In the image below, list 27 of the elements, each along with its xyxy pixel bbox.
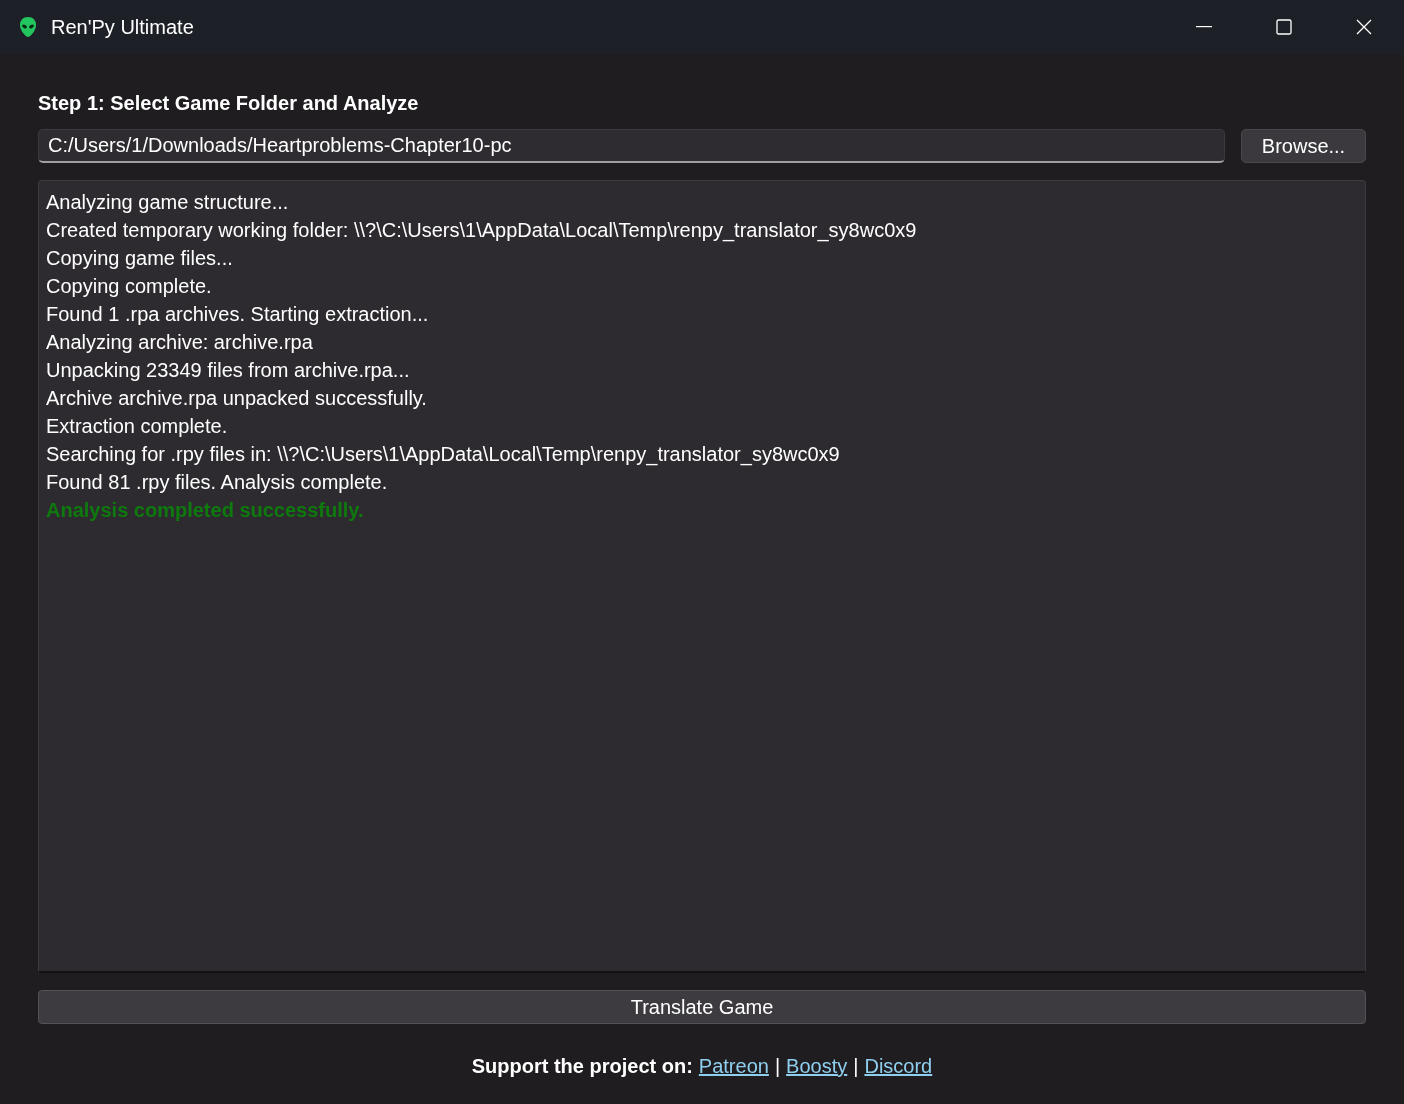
log-line: Copying complete. [46, 274, 212, 299]
log-line: Searching for .rpy files in: \\?\C:\Users\1\AppData\Local\Temp\renpy_translator_sy8wc0x9 [46, 442, 840, 468]
log-line: Found 81 .rpy files. Analysis complete. [46, 470, 388, 495]
browse-button[interactable]: Browse... [1241, 129, 1366, 163]
log-line: Archive archive.rpa unpacked successfully. [46, 386, 427, 411]
support-link[interactable]: Discord [864, 1051, 933, 1081]
translate-game-button[interactable]: Translate Game [38, 990, 1366, 1024]
window-title: Ren'Py Ultimate [51, 15, 194, 40]
log-line: Created temporary working folder: \\?\C:\Users\1\AppData\Local\Temp\renpy_translator_sy8wc0x9 [46, 218, 917, 244]
log-line: Unpacking 23349 files from archive.rpa... [46, 358, 410, 383]
folder-path-field[interactable]: C:/Users/1/Downloads/Heartproblems-Chapter10-pc [38, 129, 1225, 163]
log-line: Found 1 .rpa archives. Starting extraction... [46, 302, 429, 327]
log-line: Copying game files... [46, 246, 233, 271]
support-link[interactable]: Patreon [698, 1051, 769, 1081]
minimize-icon [1196, 26, 1212, 28]
alien-head-icon [19, 16, 37, 38]
support-label: Support the project on: [471, 1054, 693, 1079]
support-link[interactable]: Boosty [786, 1051, 848, 1081]
link-separator: | [774, 1054, 781, 1079]
step-heading: Step 1: Select Game Folder and Analyze [38, 91, 420, 116]
log-line: Extraction complete. [46, 414, 228, 439]
log-line: Analyzing game structure... [46, 190, 289, 215]
maximize-icon [1276, 19, 1292, 35]
link-separator: | [853, 1054, 859, 1079]
close-icon [1356, 19, 1372, 35]
log-line: Analyzing archive: archive.rpa [46, 330, 313, 355]
success-message: Analysis completed successfully. [46, 498, 364, 523]
